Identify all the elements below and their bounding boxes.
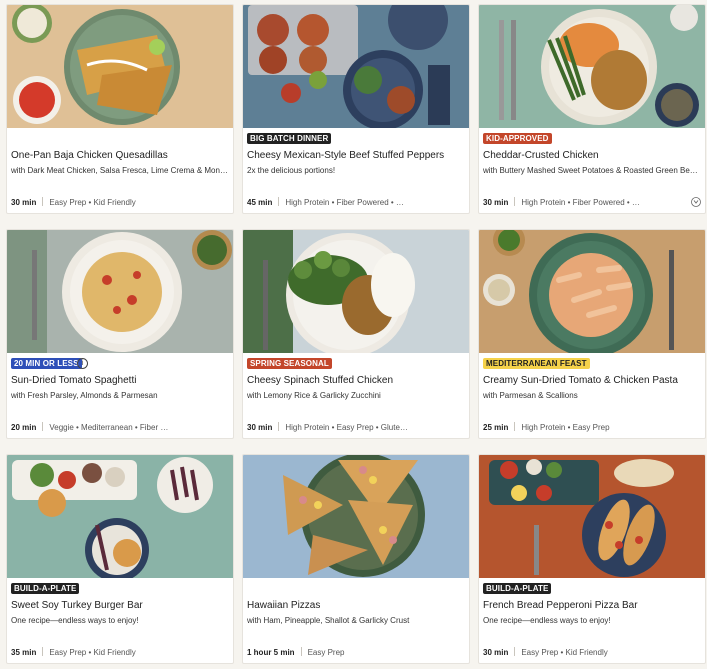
cook-time: 45 min — [247, 198, 273, 207]
recipe-meta: 20 min Veggie • Mediterranean • Fiber … — [11, 422, 231, 432]
recipe-tag: BIG BATCH DINNER — [247, 133, 332, 144]
recipe-title[interactable]: Sun-Dried Tomato Spaghetti — [11, 375, 229, 386]
recipe-photo[interactable] — [7, 230, 233, 353]
info-icon[interactable]: i — [77, 358, 88, 369]
recipe-card[interactable]: BIG BATCH DINNER Cheesy Mexican-Style Be… — [242, 4, 470, 214]
recipe-attributes: Veggie • Mediterranean • Fiber … — [49, 423, 169, 432]
recipe-photo[interactable] — [243, 5, 469, 128]
recipe-subtitle: with Dark Meat Chicken, Salsa Fresca, Li… — [11, 166, 229, 175]
cook-time: 25 min — [483, 423, 509, 432]
recipe-photo[interactable] — [7, 455, 233, 578]
recipe-card[interactable]: SPRING SEASONAL Cheesy Spinach Stuffed C… — [242, 229, 470, 439]
divider — [514, 647, 516, 656]
divider — [514, 197, 516, 206]
recipe-subtitle: with Buttery Mashed Sweet Potatoes & Roa… — [483, 166, 701, 175]
recipe-attributes: High Protein • Easy Prep — [521, 423, 610, 432]
recipe-photo[interactable] — [479, 230, 705, 353]
recipe-subtitle: with Ham, Pineapple, Shallot & Garlicky … — [247, 616, 410, 625]
recipe-subtitle: One recipe—endless ways to enjoy! — [483, 616, 611, 625]
recipe-card[interactable]: KID-APPROVED Cheddar-Crusted Chicken wit… — [478, 4, 706, 214]
recipe-title[interactable]: Cheesy Spinach Stuffed Chicken — [247, 375, 465, 386]
recipe-tag: BUILD-A-PLATE — [483, 583, 552, 594]
cook-time: 35 min — [11, 648, 37, 657]
recipe-meta: 45 min High Protein • Fiber Powered • … — [247, 197, 467, 207]
recipe-subtitle: One recipe—endless ways to enjoy! — [11, 616, 139, 625]
recipe-photo[interactable] — [479, 5, 705, 128]
recipe-card[interactable]: MEDITERRANEAN FEAST Creamy Sun-Dried Tom… — [478, 229, 706, 439]
recipe-photo[interactable] — [479, 455, 705, 578]
recipe-title[interactable]: Cheesy Mexican-Style Beef Stuffed Pepper… — [247, 150, 465, 161]
cook-time: 30 min — [247, 423, 273, 432]
cook-time: 30 min — [483, 198, 509, 207]
divider — [42, 197, 44, 206]
recipe-meta: 30 min High Protein • Easy Prep • Glute… — [247, 422, 467, 432]
cook-time: 30 min — [11, 198, 37, 207]
recipe-attributes: High Protein • Easy Prep • Glute… — [285, 423, 408, 432]
recipe-tag: MEDITERRANEAN FEAST — [483, 358, 590, 369]
recipe-title[interactable]: Sweet Soy Turkey Burger Bar — [11, 600, 229, 611]
divider — [514, 422, 516, 431]
recipe-photo[interactable] — [243, 455, 469, 578]
recipe-card[interactable]: Hawaiian Pizzas with Ham, Pineapple, Sha… — [242, 454, 470, 664]
divider — [300, 647, 302, 656]
more-options-icon[interactable] — [691, 197, 701, 207]
cook-time: 1 hour 5 min — [247, 648, 295, 657]
cook-time: 30 min — [483, 648, 509, 657]
recipe-attributes: Easy Prep • Kid Friendly — [49, 648, 136, 657]
divider — [278, 422, 280, 431]
recipe-attributes: High Protein • Fiber Powered • … — [521, 198, 640, 207]
recipe-tag: KID-APPROVED — [483, 133, 552, 144]
recipe-card[interactable]: BUILD-A-PLATE Sweet Soy Turkey Burger Ba… — [6, 454, 234, 664]
recipe-meta: 30 min High Protein • Fiber Powered • … — [483, 197, 703, 207]
recipe-photo[interactable] — [7, 5, 233, 128]
recipe-card[interactable]: One-Pan Baja Chicken Quesadillas with Da… — [6, 4, 234, 214]
recipe-meta: 30 min Easy Prep • Kid Friendly — [11, 197, 231, 207]
recipe-attributes: High Protein • Fiber Powered • … — [285, 198, 404, 207]
divider — [278, 197, 280, 206]
recipe-subtitle: with Fresh Parsley, Almonds & Parmesan — [11, 391, 158, 400]
recipe-subtitle: with Lemony Rice & Garlicky Zucchini — [247, 391, 381, 400]
recipe-photo[interactable] — [243, 230, 469, 353]
recipe-card[interactable]: BUILD-A-PLATE French Bread Pepperoni Piz… — [478, 454, 706, 664]
cook-time: 20 min — [11, 423, 37, 432]
recipe-attributes: Easy Prep • Kid Friendly — [521, 648, 608, 657]
recipe-title[interactable]: French Bread Pepperoni Pizza Bar — [483, 600, 701, 611]
recipe-title[interactable]: Hawaiian Pizzas — [247, 600, 465, 611]
recipe-attributes: Easy Prep — [307, 648, 345, 657]
recipe-title[interactable]: Creamy Sun-Dried Tomato & Chicken Pasta — [483, 375, 701, 386]
recipe-meta: 1 hour 5 min Easy Prep — [247, 647, 467, 657]
recipe-tag: SPRING SEASONAL — [247, 358, 332, 369]
divider — [42, 422, 44, 431]
recipe-meta: 35 min Easy Prep • Kid Friendly — [11, 647, 231, 657]
recipe-title[interactable]: Cheddar-Crusted Chicken — [483, 150, 701, 161]
recipe-tag: 20 MIN OR LESS — [11, 358, 82, 369]
divider — [42, 647, 44, 656]
recipe-title[interactable]: One-Pan Baja Chicken Quesadillas — [11, 150, 229, 161]
recipe-meta: 30 min Easy Prep • Kid Friendly — [483, 647, 703, 657]
recipe-tag: BUILD-A-PLATE — [11, 583, 80, 594]
recipe-subtitle: with Parmesan & Scallions — [483, 391, 578, 400]
recipe-attributes: Easy Prep • Kid Friendly — [49, 198, 136, 207]
recipe-meta: 25 min High Protein • Easy Prep — [483, 422, 703, 432]
recipe-subtitle: 2x the delicious portions! — [247, 166, 336, 175]
recipe-card[interactable]: 20 MIN OR LESS i Sun-Dried Tomato Spaghe… — [6, 229, 234, 439]
